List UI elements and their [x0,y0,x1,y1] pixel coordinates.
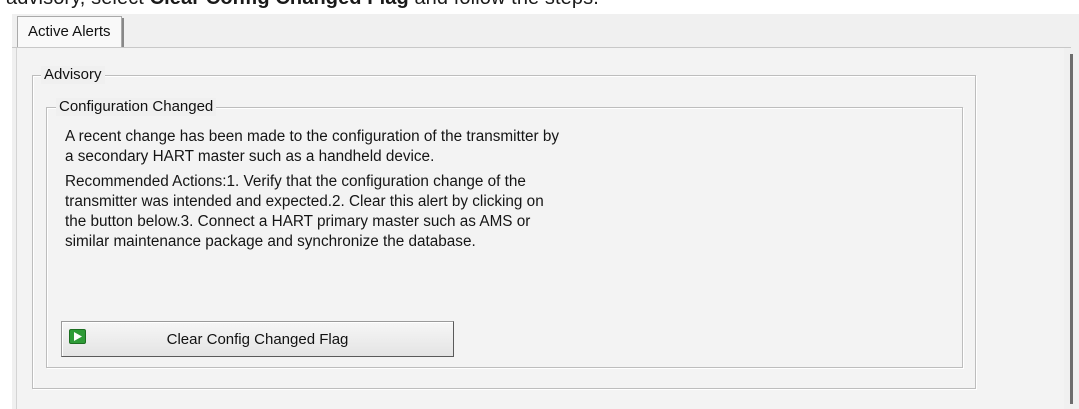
instruction-bold-action: Clear Config Changed Flag [150,0,409,9]
scrollbar-edge[interactable] [1070,54,1073,404]
alert-message: A recent change has been made to the con… [65,127,565,252]
document-instruction-text: advisory, select Clear Config Changed Fl… [6,0,599,10]
alert-description: A recent change has been made to the con… [65,128,560,165]
tab-strip: Active Alerts [12,14,1079,48]
recommended-actions: Recommended Actions:1. Verify that the c… [65,173,544,250]
tab-active-alerts[interactable]: Active Alerts [17,16,124,48]
advisory-groupbox-title: Advisory [41,66,105,84]
clear-config-changed-flag-button[interactable]: Clear Config Changed Flag [61,321,454,357]
configuration-changed-title: Configuration Changed [56,98,217,116]
instruction-suffix: and follow the steps. [409,0,599,9]
clear-config-changed-flag-label: Clear Config Changed Flag [166,331,349,348]
instruction-prefix: advisory, select [6,0,150,9]
tab-active-alerts-label: Active Alerts [28,23,111,40]
